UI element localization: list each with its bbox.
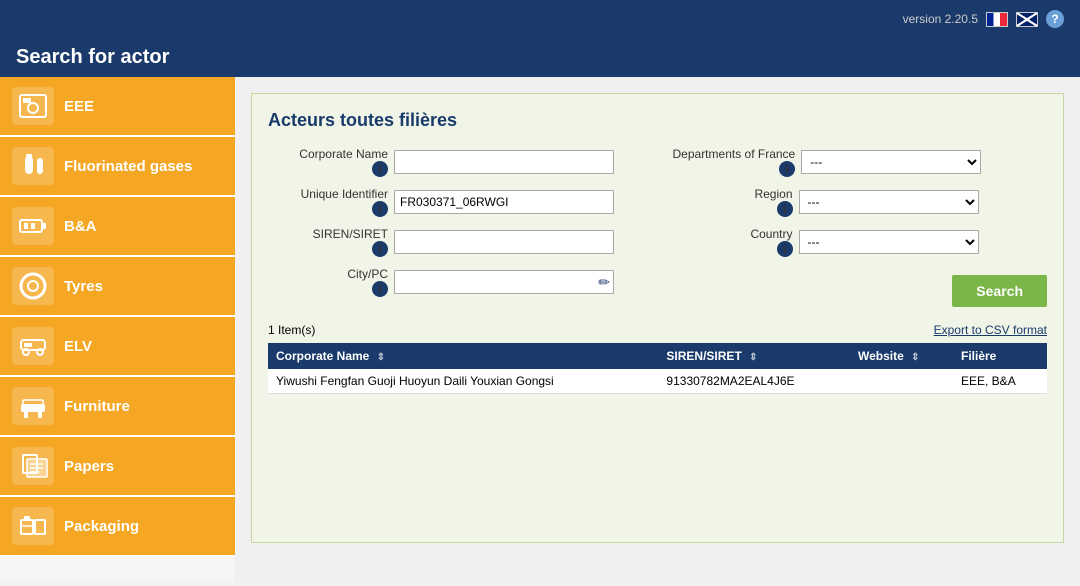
- unique-identifier-input[interactable]: [394, 190, 614, 214]
- siren-siret-input[interactable]: [394, 230, 614, 254]
- sort-corporate-name-icon[interactable]: ⇕: [377, 352, 385, 363]
- sidebar-item-elv[interactable]: ELV: [0, 317, 235, 377]
- region-select[interactable]: ---: [799, 190, 979, 214]
- city-pc-row: City/PC i ✏: [268, 267, 643, 297]
- items-count: 1 Item(s): [268, 323, 315, 337]
- unique-identifier-row: Unique Identifier i: [268, 187, 643, 217]
- sidebar-item-furniture-label: Furniture: [64, 398, 130, 415]
- unique-identifier-label: Unique Identifier: [301, 187, 388, 201]
- region-label-group: Region i: [673, 187, 793, 217]
- gas-cylinder-icon: [12, 147, 54, 185]
- sidebar-item-tyres[interactable]: Tyres: [0, 257, 235, 317]
- corporate-name-row: Corporate Name i: [268, 147, 643, 177]
- col-siren-siret[interactable]: SIREN/SIRET ⇕: [658, 343, 850, 369]
- sidebar-item-tyres-label: Tyres: [64, 278, 103, 295]
- country-row: Country i ---: [673, 227, 1048, 257]
- version-bar: version 2.20.5 ?: [0, 0, 1080, 38]
- papers-icon: [12, 447, 54, 485]
- header-right: version 2.20.5 ?: [903, 10, 1064, 28]
- city-pc-input-wrapper: ✏: [394, 270, 614, 294]
- region-label: Region: [754, 187, 792, 201]
- elv-icon: [12, 327, 54, 365]
- packaging-icon: [12, 507, 54, 545]
- content-panel: Acteurs toutes filières Corporate Name i: [251, 93, 1064, 543]
- col-corporate-name[interactable]: Corporate Name ⇕: [268, 343, 658, 369]
- cell-corporate-name: Yiwushi Fengfan Guoji Huoyun Daili Youxi…: [268, 369, 658, 394]
- col-filiere[interactable]: Filière: [953, 343, 1047, 369]
- siren-siret-label-group: SIREN/SIRET i: [268, 227, 388, 257]
- table-header-row: Corporate Name ⇕ SIREN/SIRET ⇕ Website ⇕: [268, 343, 1047, 369]
- sidebar-item-elv-label: ELV: [64, 338, 92, 355]
- sort-siren-siret-icon[interactable]: ⇕: [749, 352, 757, 363]
- furniture-icon: [12, 387, 54, 425]
- sidebar-item-packaging[interactable]: Packaging: [0, 497, 235, 557]
- sidebar-item-papers[interactable]: Papers: [0, 437, 235, 497]
- corporate-name-info-icon[interactable]: i: [372, 161, 388, 177]
- search-button[interactable]: Search: [952, 275, 1047, 307]
- sidebar-item-eee-label: EEE: [64, 98, 94, 115]
- siren-siret-info-icon[interactable]: i: [372, 241, 388, 257]
- flag-french-icon[interactable]: [986, 12, 1008, 27]
- unique-identifier-label-group: Unique Identifier i: [268, 187, 388, 217]
- main-layout: EEE Fluorinated gases B&A: [0, 77, 1080, 583]
- sidebar: EEE Fluorinated gases B&A: [0, 77, 235, 583]
- sort-website-icon[interactable]: ⇕: [911, 352, 919, 363]
- departments-france-label: Departments of France: [673, 147, 796, 161]
- search-btn-container: Search: [673, 275, 1048, 307]
- country-label: Country: [750, 227, 792, 241]
- sidebar-item-bna[interactable]: B&A: [0, 197, 235, 257]
- siren-siret-row: SIREN/SIRET i: [268, 227, 643, 257]
- cell-siren-siret: 91330782MA2EAL4J6E: [658, 369, 850, 394]
- col-website[interactable]: Website ⇕: [850, 343, 953, 369]
- table-header: Corporate Name ⇕ SIREN/SIRET ⇕ Website ⇕: [268, 343, 1047, 369]
- sidebar-item-furniture[interactable]: Furniture: [0, 377, 235, 437]
- city-pc-edit-icon[interactable]: ✏: [598, 274, 610, 291]
- corporate-name-label: Corporate Name: [299, 147, 388, 161]
- sidebar-item-fluorinated-gases[interactable]: Fluorinated gases: [0, 137, 235, 197]
- page-title: Search for actor: [16, 46, 169, 68]
- search-form: Corporate Name i Unique Identifier i: [268, 147, 1047, 307]
- city-pc-input[interactable]: [394, 270, 614, 294]
- cell-filiere: EEE, B&A: [953, 369, 1047, 394]
- cell-website: [850, 369, 953, 394]
- sidebar-item-papers-label: Papers: [64, 458, 114, 475]
- region-row: Region i ---: [673, 187, 1048, 217]
- flag-uk-icon[interactable]: [1016, 12, 1038, 27]
- country-info-icon[interactable]: i: [777, 241, 793, 257]
- city-pc-info-icon[interactable]: i: [372, 281, 388, 297]
- version-text: version 2.20.5: [903, 12, 978, 26]
- panel-title: Acteurs toutes filières: [268, 110, 1047, 131]
- sidebar-item-eee[interactable]: EEE: [0, 77, 235, 137]
- battery-icon: [12, 207, 54, 245]
- eee-icon: [12, 87, 54, 125]
- export-csv-link[interactable]: Export to CSV format: [934, 323, 1047, 337]
- departments-france-info-icon[interactable]: i: [779, 161, 795, 177]
- corporate-name-label-group: Corporate Name i: [268, 147, 388, 177]
- table-body: Yiwushi Fengfan Guoji Huoyun Daili Youxi…: [268, 369, 1047, 394]
- siren-siret-label: SIREN/SIRET: [313, 227, 388, 241]
- departments-france-row: Departments of France i ---: [673, 147, 1048, 177]
- unique-identifier-info-icon[interactable]: i: [372, 201, 388, 217]
- content-area: Acteurs toutes filières Corporate Name i: [235, 77, 1080, 583]
- results-table: Corporate Name ⇕ SIREN/SIRET ⇕ Website ⇕: [268, 343, 1047, 394]
- results-header: 1 Item(s) Export to CSV format: [268, 323, 1047, 337]
- city-pc-label: City/PC: [347, 267, 388, 281]
- tyre-icon: [12, 267, 54, 305]
- region-info-icon[interactable]: i: [777, 201, 793, 217]
- departments-france-select[interactable]: ---: [801, 150, 981, 174]
- departments-france-label-group: Departments of France i: [673, 147, 796, 177]
- city-pc-label-group: City/PC i: [268, 267, 388, 297]
- sidebar-item-fluorinated-gases-label: Fluorinated gases: [64, 158, 192, 175]
- country-label-group: Country i: [673, 227, 793, 257]
- page-header: Search for actor: [0, 38, 1080, 77]
- help-icon[interactable]: ?: [1046, 10, 1064, 28]
- table-row[interactable]: Yiwushi Fengfan Guoji Huoyun Daili Youxi…: [268, 369, 1047, 394]
- country-select[interactable]: ---: [799, 230, 979, 254]
- form-right: Departments of France i --- Region i: [673, 147, 1048, 307]
- corporate-name-input[interactable]: [394, 150, 614, 174]
- sidebar-item-bna-label: B&A: [64, 218, 97, 235]
- form-left: Corporate Name i Unique Identifier i: [268, 147, 643, 307]
- sidebar-item-packaging-label: Packaging: [64, 518, 139, 535]
